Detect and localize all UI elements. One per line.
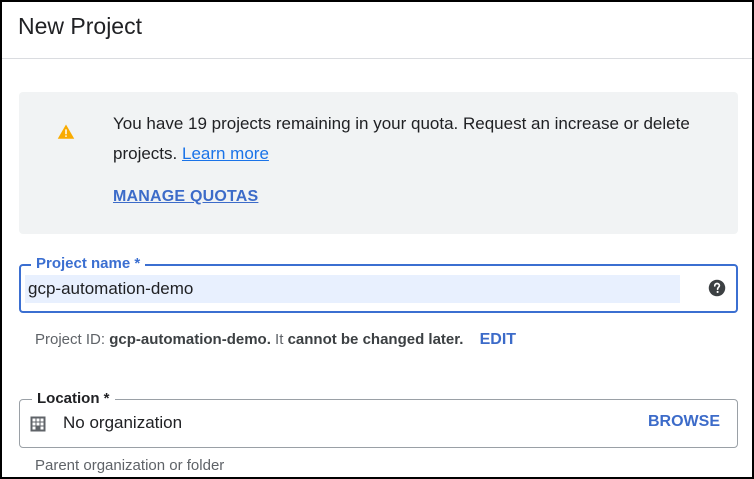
- manage-quotas-link[interactable]: MANAGE QUOTAS: [113, 188, 258, 206]
- project-id-text: Project ID: gcp-automation-demo. It cann…: [35, 331, 516, 349]
- dialog-header: New Project: [2, 2, 752, 59]
- project-id-middle: It: [275, 331, 284, 348]
- location-field[interactable]: Location * No organization BROWSE: [19, 389, 738, 448]
- project-id-prefix: Project ID:: [35, 331, 106, 348]
- project-id-value: gcp-automation-demo.: [109, 331, 271, 348]
- location-helper-text: Parent organization or folder: [35, 457, 225, 474]
- building-icon: [30, 416, 46, 432]
- help-icon[interactable]: [708, 279, 726, 297]
- project-name-input[interactable]: [25, 275, 680, 303]
- project-name-field: Project name *: [19, 254, 738, 313]
- quota-message: You have 19 projects remaining in your q…: [113, 109, 713, 169]
- location-label: Location *: [32, 389, 115, 409]
- quota-alert: You have 19 projects remaining in your q…: [19, 92, 738, 234]
- location-value: No organization: [63, 413, 183, 432]
- learn-more-link[interactable]: Learn more: [182, 144, 269, 163]
- browse-button[interactable]: BROWSE: [648, 413, 720, 431]
- page-title: New Project: [18, 13, 142, 39]
- project-id-suffix: cannot be changed later.: [287, 331, 464, 348]
- new-project-dialog: New Project You have 19 projects remaini…: [0, 0, 754, 479]
- edit-project-id-button[interactable]: EDIT: [480, 331, 516, 349]
- project-name-label: Project name *: [31, 254, 146, 274]
- warning-icon: [57, 124, 75, 139]
